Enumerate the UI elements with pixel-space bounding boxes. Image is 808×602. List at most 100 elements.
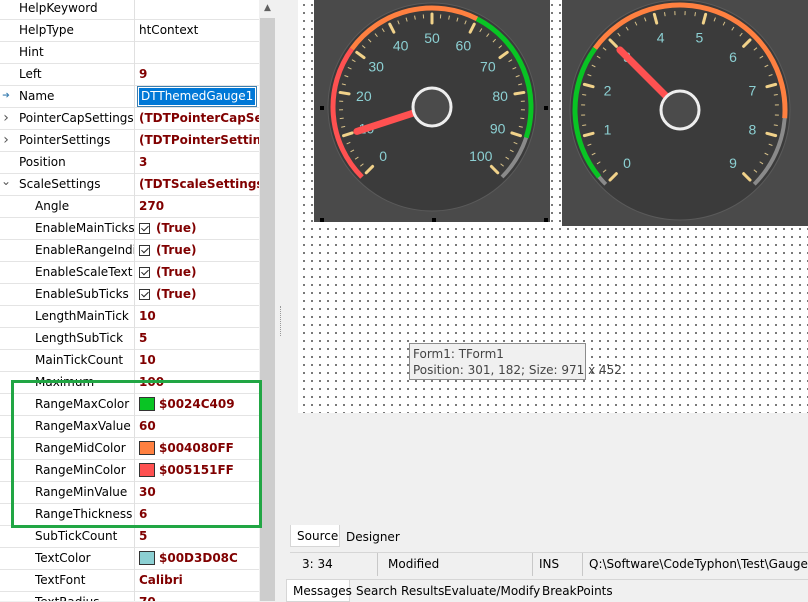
tab-messages[interactable]: Messages [286, 580, 350, 602]
property-row[interactable]: LengthMainTick10 [0, 306, 260, 328]
property-value-text: 5 [139, 331, 147, 345]
property-value[interactable]: htContext [139, 20, 259, 41]
selection-handle[interactable] [320, 106, 324, 110]
property-row[interactable]: TextRadius70 [0, 592, 260, 601]
splitter[interactable] [276, 0, 286, 601]
designer-bottom-area [290, 413, 808, 523]
collapse-chevron-icon[interactable]: ⌄ [0, 174, 12, 195]
property-name: HelpKeyword [19, 0, 134, 19]
property-value[interactable]: (TDTPointerSettings) [139, 130, 259, 151]
property-value-text: htContext [139, 23, 198, 37]
name-edit-text[interactable]: DTThemedGauge1 [139, 88, 255, 105]
checkbox-icon[interactable] [139, 289, 150, 300]
selection-handle[interactable] [320, 218, 324, 222]
property-value[interactable]: (True) [139, 218, 259, 239]
property-value[interactable]: Calibri [139, 570, 259, 591]
gauge-scale-label: 1 [604, 121, 612, 137]
property-value[interactable]: 270 [139, 196, 259, 217]
status-position: 3: 34 [290, 553, 378, 576]
property-name: PointerCapSettings [19, 108, 134, 129]
property-value[interactable]: 10 [139, 350, 259, 371]
checkbox-icon[interactable] [139, 223, 150, 234]
checkbox-icon[interactable] [139, 245, 150, 256]
property-name: EnableSubTicks [35, 284, 134, 305]
tab-breakpoints[interactable]: BreakPoints [536, 580, 616, 602]
property-row[interactable]: Angle270 [0, 196, 260, 218]
property-value[interactable]: 5 [139, 328, 259, 349]
property-value-text: (TDTScaleSettings) [139, 177, 259, 191]
selection-handle[interactable] [544, 106, 548, 110]
property-value[interactable]: 5 [139, 526, 259, 547]
property-name: TextFont [35, 570, 134, 591]
tab-search-results[interactable]: Search Results [350, 580, 438, 602]
property-row[interactable]: LengthSubTick 5 [0, 328, 260, 350]
gauge-pointer-cap [661, 91, 699, 129]
property-row[interactable]: EnableSubTicks(True) [0, 284, 260, 306]
property-name: Name [19, 86, 134, 107]
scroll-thumb[interactable] [260, 18, 275, 601]
gauge-scale-label: 5 [696, 30, 704, 46]
gauge-scale-label: 70 [480, 58, 496, 74]
tab-evaluate-modify[interactable]: Evaluate/Modify [438, 580, 538, 602]
property-value[interactable]: (True) [139, 284, 259, 305]
property-value[interactable]: 70 [139, 592, 259, 601]
property-name: LengthSubTick [35, 328, 134, 349]
property-row[interactable]: TextColor$00D3D08C [0, 548, 260, 570]
gauge-scale-label: 30 [368, 58, 384, 74]
tab-source[interactable]: Source [290, 525, 340, 547]
property-row[interactable]: Position3 [0, 152, 260, 174]
property-value-text: (TDTPointerCapSettings) [139, 111, 259, 125]
property-value[interactable]: (TDTScaleSettings) [139, 174, 259, 195]
property-value[interactable]: (TDTPointerCapSettings) [139, 108, 259, 129]
property-value[interactable]: 9 [139, 64, 259, 85]
current-row-arrow-icon: ➔ [0, 86, 12, 107]
gauge-scale-label: 9 [729, 155, 737, 171]
gauge-scale-label: 0 [379, 148, 387, 164]
selection-handle[interactable] [432, 218, 436, 222]
themed-gauge-1[interactable]: 0102030405060708090100 [314, 0, 550, 222]
property-value[interactable] [139, 0, 259, 19]
property-row[interactable]: PointerCapSettings (TDTPointerCapSettings… [0, 108, 260, 130]
property-row[interactable]: Left9 [0, 64, 260, 86]
property-name: ScaleSettings [19, 174, 134, 195]
checkbox-icon[interactable] [139, 267, 150, 278]
property-value[interactable] [139, 42, 259, 63]
status-bar: 3: 34 Modified INS Q:\Software\CodeTypho… [290, 552, 808, 577]
selection-handle[interactable] [544, 218, 548, 222]
name-edit-field[interactable]: DTThemedGauge1 [137, 86, 257, 107]
property-row[interactable]: Hint [0, 42, 260, 64]
splitter-grip[interactable] [280, 306, 283, 336]
property-row[interactable]: HelpKeyword [0, 0, 260, 20]
tab-designer[interactable]: Designer [340, 526, 400, 548]
gauge-scale-label: 80 [492, 88, 508, 104]
property-row[interactable]: ScaleSettings (TDTScaleSettings) ⌄ [0, 174, 260, 196]
property-row[interactable]: HelpTypehtContext [0, 20, 260, 42]
property-row[interactable]: MainTickCount10 [0, 350, 260, 372]
property-row[interactable]: EnableScaleText(True) [0, 262, 260, 284]
expand-chevron-icon[interactable]: › [0, 108, 12, 129]
gauge-scale-label: 8 [749, 121, 757, 137]
property-value[interactable]: (True) [139, 262, 259, 283]
gauge-panel-2[interactable]: 0123456789 [562, 0, 808, 226]
gauge-main-tick [515, 92, 524, 93]
property-row[interactable]: EnableMainTicks(True) [0, 218, 260, 240]
property-value[interactable]: (True) [139, 240, 259, 261]
property-row[interactable]: TextFontCalibri [0, 570, 260, 592]
property-value[interactable]: 10 [139, 306, 259, 327]
scroll-up-icon[interactable]: ▲ [259, 0, 276, 17]
property-name: PointerSettings [19, 130, 134, 151]
property-value[interactable]: $00D3D08C [139, 548, 259, 569]
expand-chevron-icon[interactable]: › [0, 130, 12, 151]
property-value-text: $00D3D08C [159, 551, 238, 565]
gauge-scale-label: 6 [729, 49, 737, 65]
color-swatch[interactable] [139, 551, 155, 565]
property-value[interactable]: 3 [139, 152, 259, 173]
property-row[interactable]: SubTickCount5 [0, 526, 260, 548]
status-file-path: Q:\Software\CodeTyphon\Test\Gauges\u [583, 553, 808, 576]
themed-gauge-2[interactable]: 0123456789 [562, 0, 808, 226]
property-row[interactable]: EnableRangeIndicator(True) [0, 240, 260, 262]
status-insert-mode: INS [533, 553, 583, 576]
gauge-panel-1[interactable]: 0102030405060708090100 [314, 0, 550, 222]
editor-tabs: Source Designer [290, 525, 808, 549]
property-row[interactable]: PointerSettings(TDTPointerSettings) › [0, 130, 260, 152]
